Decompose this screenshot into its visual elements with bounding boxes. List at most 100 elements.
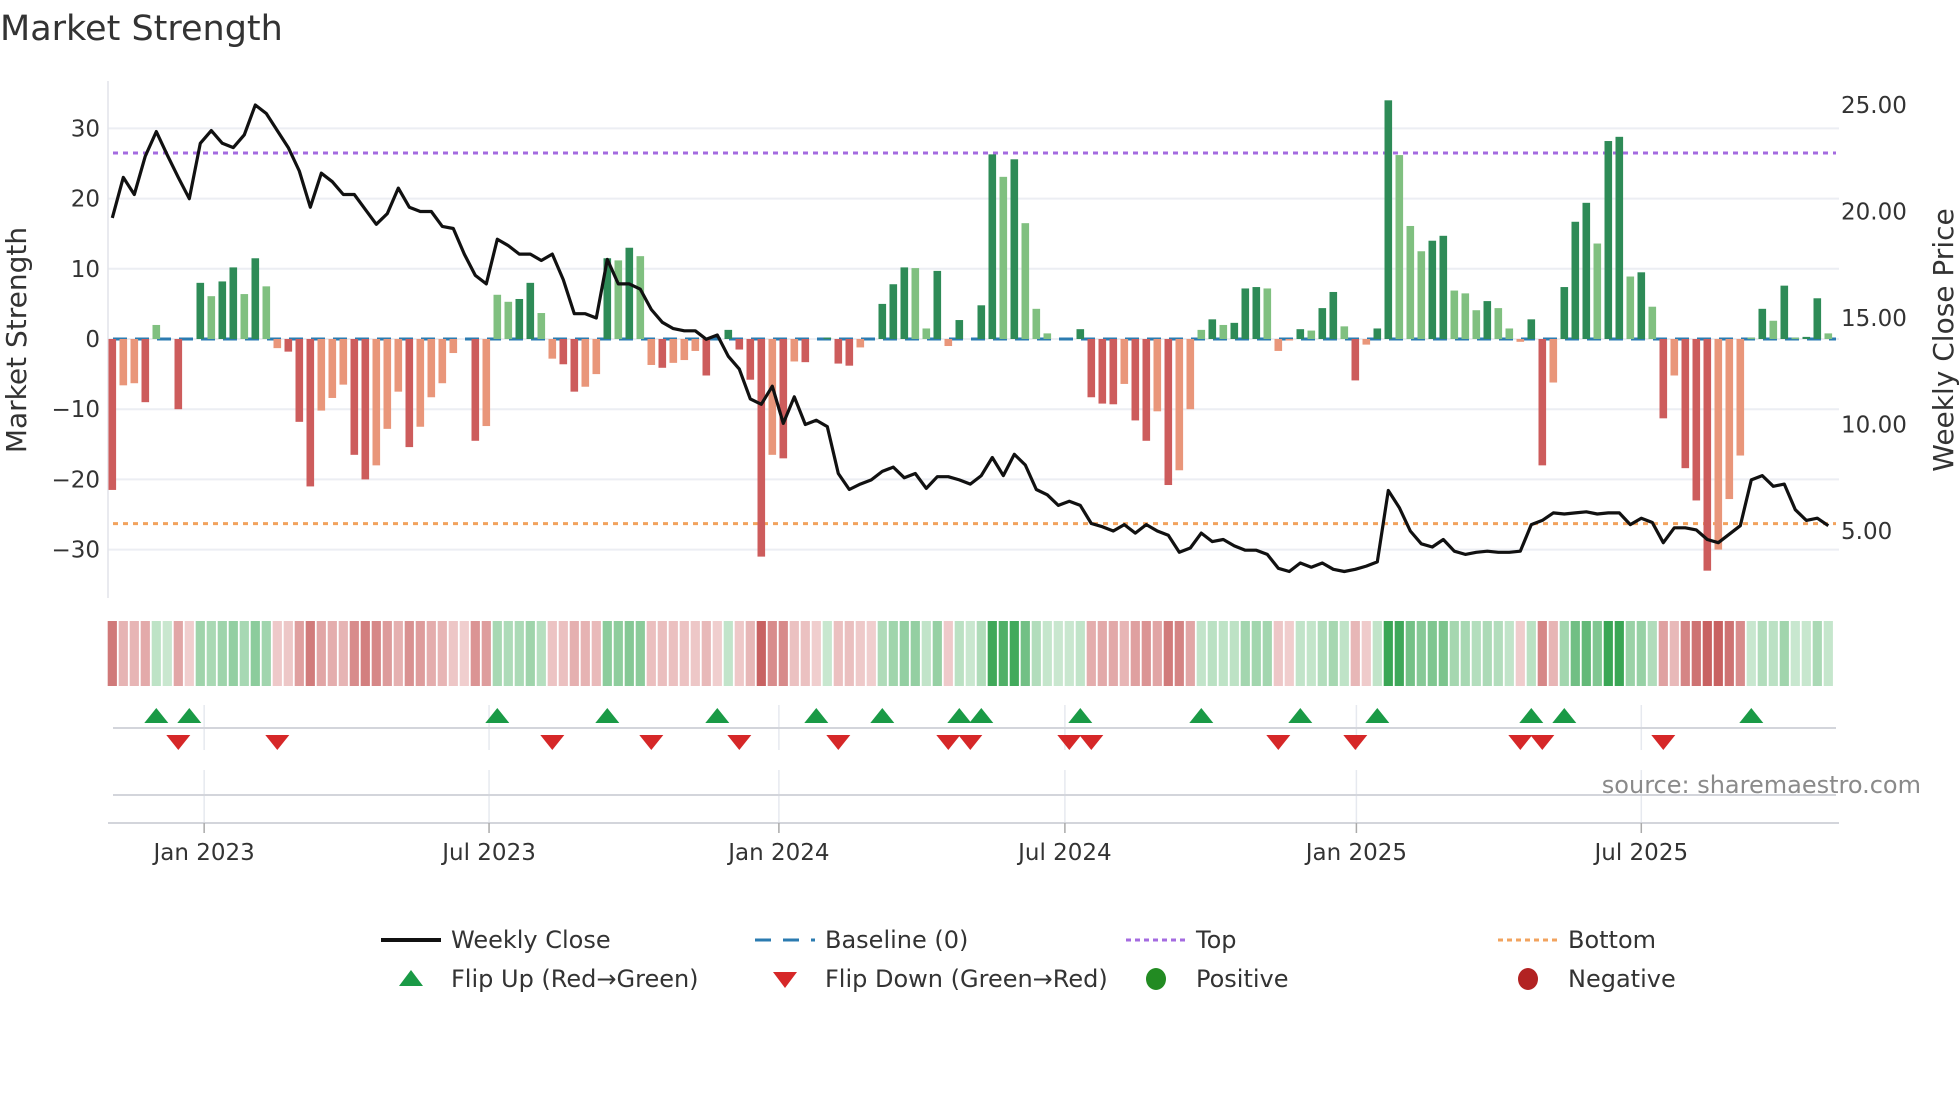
strip-cell <box>1394 621 1404 686</box>
negative-bar <box>1725 339 1734 500</box>
strip-cell <box>1372 621 1382 686</box>
flip-up-marker <box>947 708 972 723</box>
strip-cell <box>239 621 249 686</box>
positive-bar <box>1230 322 1239 339</box>
strip-cell <box>1152 621 1162 686</box>
strip-cell <box>1240 621 1250 686</box>
strip-cell <box>316 621 326 686</box>
negative-bar <box>1087 339 1096 398</box>
negative-bar <box>361 339 370 480</box>
left-tick-label: 30 <box>71 116 100 142</box>
strip-cell <box>173 621 183 686</box>
strip-cell <box>1581 621 1591 686</box>
strip-cell <box>1339 621 1349 686</box>
positive-bar <box>1626 276 1635 339</box>
strip-cell <box>1328 621 1338 686</box>
negative-bar <box>1670 339 1679 376</box>
positive-bar <box>1307 330 1316 339</box>
negative-bar <box>735 339 744 350</box>
strip-cell <box>844 621 854 686</box>
positive-bar <box>251 258 260 339</box>
positive-bar <box>1560 287 1569 339</box>
negative-bar <box>1153 339 1162 412</box>
strip-cell <box>1097 621 1107 686</box>
flip-down-marker <box>1530 735 1555 750</box>
negative-bar <box>284 339 293 352</box>
strip-cell <box>1009 621 1019 686</box>
strip-cell <box>1438 621 1448 686</box>
positive-bar <box>999 176 1008 339</box>
strip-cell <box>1119 621 1129 686</box>
positive-bar <box>526 282 535 339</box>
strip-cell <box>1636 621 1646 686</box>
strip-cell <box>206 621 216 686</box>
negative-bar <box>295 339 304 422</box>
positive-bar <box>1021 223 1030 339</box>
negative-bar <box>1362 339 1371 345</box>
negative-bar <box>1351 339 1360 381</box>
strip-cell <box>778 621 788 686</box>
strip-cell <box>1779 621 1789 686</box>
positive-bar <box>1648 306 1657 339</box>
flip-up-marker <box>969 708 994 723</box>
positive-bar <box>1747 337 1756 340</box>
positive-bar <box>1428 240 1437 339</box>
negative-bar <box>669 339 678 363</box>
left-tick-label: −20 <box>51 467 100 493</box>
flip-down-marker <box>1343 735 1368 750</box>
strip-cell <box>1823 621 1833 686</box>
legend-label: Negative <box>1568 965 1676 993</box>
strip-cell <box>690 621 700 686</box>
positive-bar <box>229 267 238 339</box>
negative-bar <box>1109 339 1118 405</box>
right-tick-label: 25.00 <box>1841 93 1907 119</box>
legend-label: Flip Up (Red→Green) <box>451 965 699 993</box>
strip-cell <box>1713 621 1723 686</box>
positive-bar <box>1219 324 1228 339</box>
strip-cell <box>1273 621 1283 686</box>
left-tick-label: −10 <box>51 397 100 423</box>
negative-bar <box>1131 339 1140 421</box>
positive-bar <box>922 328 931 339</box>
negative-bar <box>1186 339 1195 410</box>
negative-bar <box>834 339 843 364</box>
flip-up-marker <box>177 708 202 723</box>
negative-bar <box>570 339 579 392</box>
flip-down-marker <box>727 735 752 750</box>
strip-cell <box>1229 621 1239 686</box>
strip-cell <box>426 621 436 686</box>
strip-cell <box>470 621 480 686</box>
positive-bar <box>1527 319 1536 339</box>
strip-cell <box>1790 621 1800 686</box>
legend-label: Top <box>1195 926 1237 954</box>
strip-cell <box>448 621 458 686</box>
flip-up-marker <box>1739 708 1764 723</box>
flip-up-marker <box>144 708 169 723</box>
flip-up-marker <box>1068 708 1093 723</box>
strip-cell <box>261 621 271 686</box>
strip-cell <box>140 621 150 686</box>
chart-title: Market Strength <box>0 9 283 49</box>
positive-bar <box>1758 308 1767 339</box>
strip-cell <box>602 621 612 686</box>
positive-bar <box>1461 293 1470 339</box>
strip-cell <box>1493 621 1503 686</box>
x-tick-label: Jul 2024 <box>1016 840 1112 866</box>
x-tick-label: Jan 2024 <box>726 840 829 866</box>
negative-bar <box>130 339 139 384</box>
strip-cell <box>1295 621 1305 686</box>
positive-bar <box>1802 336 1811 339</box>
strip-cell <box>833 621 843 686</box>
legend-negative-icon <box>1518 968 1538 990</box>
flip-down-marker <box>1079 735 1104 750</box>
left-tick-label: 0 <box>85 327 100 353</box>
strip-cell <box>547 621 557 686</box>
negative-bar <box>328 339 337 398</box>
left-tick-label: 20 <box>71 187 100 213</box>
strip-cell <box>1075 621 1085 686</box>
positive-bar <box>1769 320 1778 339</box>
strip-cell <box>338 621 348 686</box>
strip-cell <box>1614 621 1624 686</box>
strip-cell <box>1691 621 1701 686</box>
strip-cell <box>899 621 909 686</box>
